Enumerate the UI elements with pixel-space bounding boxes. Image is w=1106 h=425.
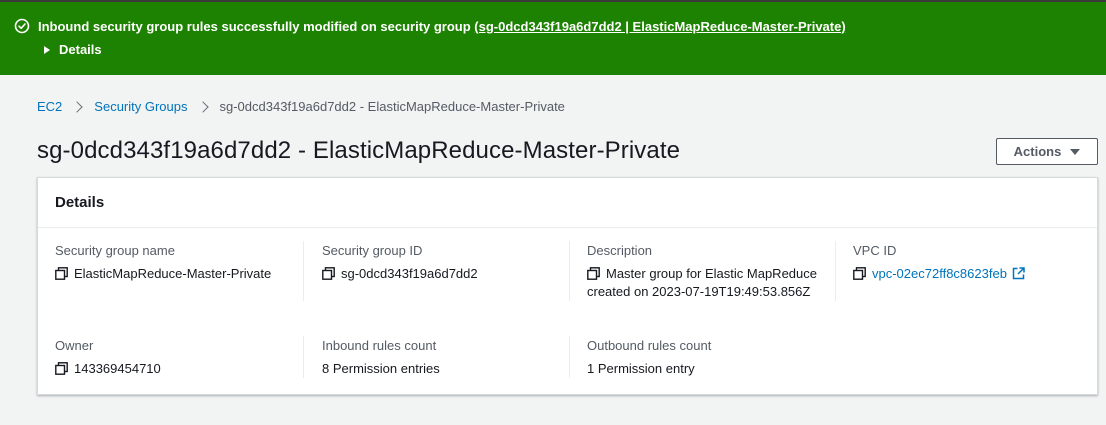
security-group-name-field: Security group name ElasticMapReduce-Mas… [55,243,271,283]
description-value: Master group for Elastic MapReduce [606,265,817,283]
banner-details-toggle[interactable]: Details [44,42,102,57]
security-group-id-label: Security group ID [322,243,423,258]
outbound-rules-count-value: 1 Permission entry [587,361,695,376]
vpc-id-label: VPC ID [853,243,897,258]
actions-label: Actions [1013,144,1062,159]
banner-message-text: Inbound security group rules successfull… [38,18,475,34]
inbound-rules-count-field: Inbound rules count 8 Permission entries [322,338,440,378]
external-link-icon[interactable] [1012,267,1025,280]
vpc-id-value-row: vpc-02ec72ff8c8623feb [853,265,1025,283]
copy-icon[interactable] [587,267,600,280]
outbound-rules-count-value-row: 1 Permission entry [587,360,711,378]
success-flash-banner: Inbound security group rules successfull… [0,0,1106,75]
column-divider [569,336,570,378]
actions-dropdown-button[interactable]: Actions [996,138,1098,165]
details-panel: Details Security group name ElasticMapRe… [37,177,1098,395]
breadcrumb-ec2[interactable]: EC2 [37,99,62,114]
inbound-rules-count-value: 8 Permission entries [322,361,440,376]
description-field: Description Master group for Elastic Map… [587,243,817,301]
copy-icon[interactable] [322,267,335,280]
details-panel-title: Details [55,194,105,211]
breadcrumb: EC2 Security Groups sg-0dcd343f19a6d7dd2… [37,99,565,114]
inbound-rules-count-value-row: 8 Permission entries [322,360,440,378]
success-check-icon [14,18,30,34]
security-group-name-label: Security group name [55,243,175,258]
description-value-row: Master group for Elastic MapReduce [587,265,817,283]
inbound-rules-count-label: Inbound rules count [322,338,437,353]
caret-down-icon [1070,148,1081,155]
owner-label: Owner [55,338,94,353]
description-value-line1: Master group for Elastic MapReduce [606,266,817,281]
caret-right-icon [44,45,50,54]
outbound-rules-count-label: Outbound rules count [587,338,712,353]
security-group-id-value-row: sg-0dcd343f19a6d7dd2 [322,265,478,283]
security-group-id-field: Security group ID sg-0dcd343f19a6d7dd2 [322,243,478,283]
banner-message: Inbound security group rules successfull… [38,19,846,34]
banner-details-label: Details [59,42,102,57]
page-title: sg-0dcd343f19a6d7dd2 - ElasticMapReduce-… [37,137,681,164]
copy-icon[interactable] [853,267,866,280]
copy-icon[interactable] [55,267,68,280]
details-panel-header: Details [38,178,1097,228]
owner-value-row: 143369454710 [55,360,161,378]
banner-security-group-link[interactable]: (sg-0dcd343f19a6d7dd2 | ElasticMapReduce… [474,19,845,34]
column-divider [835,241,836,301]
security-group-name-value-row: ElasticMapReduce-Master-Private [55,265,271,283]
description-value-line2: created on 2023-07-19T19:49:53.856Z [587,284,811,299]
chevron-right-icon [196,100,209,113]
description-label: Description [587,243,653,258]
column-divider [303,336,304,378]
column-divider [303,241,304,301]
column-divider [569,241,570,301]
outbound-rules-count-field: Outbound rules count 1 Permission entry [587,338,711,378]
copy-icon[interactable] [55,362,68,375]
breadcrumb-current: sg-0dcd343f19a6d7dd2 - ElasticMapReduce-… [219,99,565,114]
owner-value: 143369454710 [74,361,161,376]
vpc-id-field: VPC ID vpc-02ec72ff8c8623feb [853,243,1025,283]
breadcrumb-security-groups[interactable]: Security Groups [94,99,187,114]
security-group-id-value: sg-0dcd343f19a6d7dd2 [341,266,478,281]
banner-message-row: Inbound security group rules successfull… [14,18,846,34]
security-group-name-value: ElasticMapReduce-Master-Private [74,266,272,281]
owner-field: Owner 143369454710 [55,338,161,378]
vpc-id-link[interactable]: vpc-02ec72ff8c8623feb [872,265,1007,283]
chevron-right-icon [71,100,83,113]
